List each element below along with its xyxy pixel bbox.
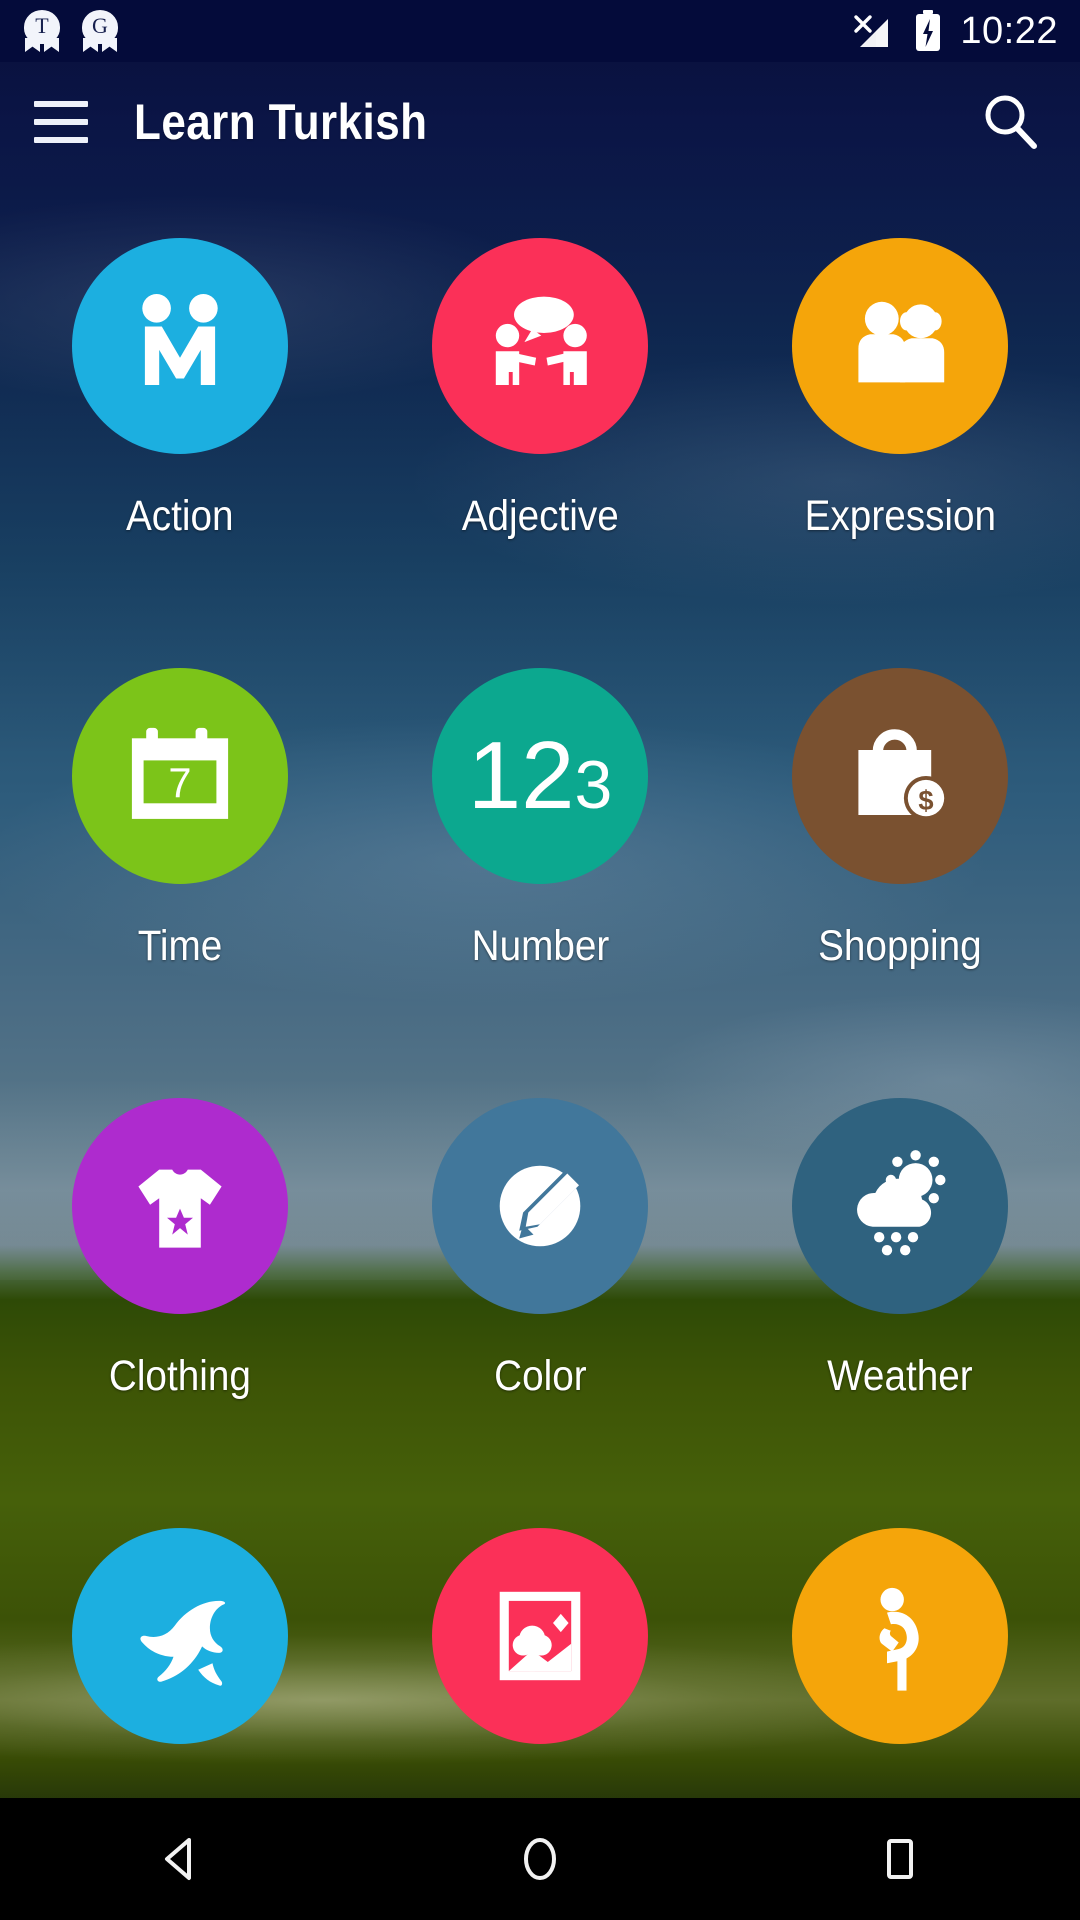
app-screen: T G 10:22 Learn Turkish Action Adjective… — [0, 0, 1080, 1920]
category-label-time: Time — [137, 922, 223, 970]
category-label-color: Color — [493, 1352, 587, 1400]
battery-charging-icon — [916, 10, 941, 51]
status-notifications: T G — [22, 10, 120, 52]
hamburger-menu-icon[interactable] — [34, 101, 88, 143]
category-circle-adjective — [432, 238, 648, 454]
category-circle-weather — [792, 1098, 1008, 1314]
recents-square-icon[interactable] — [825, 1809, 975, 1909]
calendar-icon: 7 — [131, 727, 229, 819]
numbers-123-icon: 12 3 — [468, 728, 613, 824]
notification-badge-g-letter: G — [92, 13, 108, 38]
category-circle-color — [432, 1098, 648, 1314]
category-circle-number: 12 3 — [432, 668, 648, 884]
category-tile-adjective[interactable]: Adjective — [360, 192, 720, 622]
category-tile-number[interactable]: 12 3 Number — [360, 622, 720, 1052]
category-label-shopping: Shopping — [818, 922, 982, 970]
numbers-small-part: 3 — [574, 747, 613, 823]
category-label-weather: Weather — [827, 1352, 973, 1400]
nature-photo-icon — [499, 1591, 581, 1681]
category-grid: Action Adjective Expression 7 Time 12 3 … — [0, 192, 1080, 1912]
category-tile-clothing[interactable]: Clothing — [0, 1052, 360, 1482]
home-circle-icon[interactable] — [465, 1809, 615, 1909]
category-label-expression: Expression — [804, 492, 996, 540]
notification-badge-t-letter: T — [35, 13, 49, 38]
people-speech-icon — [495, 296, 587, 385]
category-tile-time[interactable]: 7 Time — [0, 622, 360, 1052]
category-tile-color[interactable]: Color — [360, 1052, 720, 1482]
category-tile-weather[interactable]: Weather — [720, 1052, 1080, 1482]
status-clock: 10:22 — [960, 9, 1058, 52]
category-label-clothing: Clothing — [108, 1352, 251, 1400]
calendar-day-number: 7 — [168, 759, 191, 806]
category-circle-time: 7 — [72, 668, 288, 884]
category-tile-shopping[interactable]: $ Shopping — [720, 622, 1080, 1052]
category-tile-action[interactable]: Action — [0, 192, 360, 622]
page-title: Learn Turkish — [134, 94, 428, 150]
category-circle-nature — [432, 1528, 648, 1744]
svg-text:$: $ — [918, 785, 933, 816]
category-tile-expression[interactable]: Expression — [720, 192, 1080, 622]
tshirt-star-icon — [138, 1169, 222, 1248]
couple-icon — [858, 301, 945, 383]
category-label-adjective: Adjective — [461, 492, 619, 540]
notification-badge-t: T — [22, 10, 62, 52]
app-bar: Learn Turkish — [0, 62, 1080, 182]
category-circle-shopping: $ — [792, 668, 1008, 884]
android-nav-bar — [0, 1798, 1080, 1920]
category-circle-animal — [72, 1528, 288, 1744]
dolphin-icon — [140, 1600, 226, 1686]
palette-pencil-icon — [499, 1165, 581, 1247]
shopping-bag-dollar-icon: $ — [858, 729, 949, 821]
notification-badge-g: G — [80, 10, 120, 52]
signal-no-service-icon — [854, 15, 889, 47]
category-circle-expression — [792, 238, 1008, 454]
back-triangle-icon[interactable] — [105, 1809, 255, 1909]
category-circle-clothing — [72, 1098, 288, 1314]
search-icon[interactable] — [976, 87, 1046, 157]
numbers-big-part: 12 — [467, 722, 575, 829]
category-circle-body — [792, 1528, 1008, 1744]
status-system-icons: 10:22 — [852, 10, 1058, 53]
category-label-action: Action — [126, 492, 234, 540]
category-circle-action — [72, 238, 288, 454]
handshake-icon — [142, 294, 218, 385]
cloud-sun-rain-icon — [857, 1150, 946, 1256]
status-bar: T G 10:22 — [0, 0, 1080, 62]
category-label-number: Number — [471, 922, 609, 970]
person-bending-icon — [879, 1587, 919, 1691]
